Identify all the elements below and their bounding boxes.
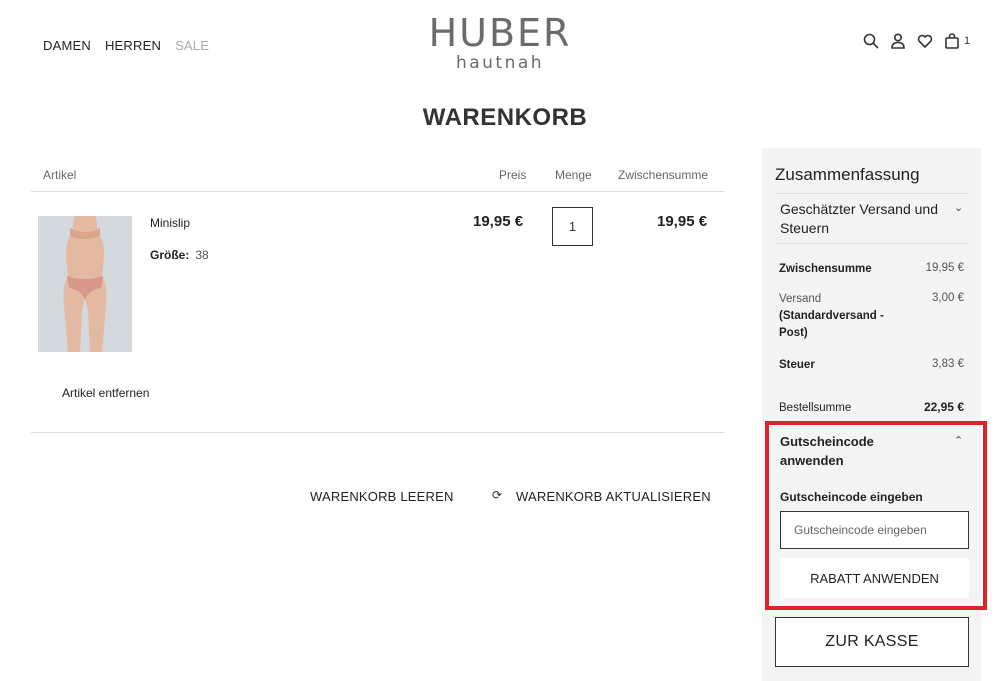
apply-discount-button[interactable]: RABATT ANWENDEN — [780, 558, 969, 598]
clear-cart-button[interactable]: WARENKORB LEEREN — [310, 489, 454, 504]
quantity-input[interactable]: 1 — [552, 207, 593, 246]
remove-item-link[interactable]: Artikel entfernen — [62, 386, 149, 400]
search-icon[interactable] — [862, 32, 880, 50]
cart-count-badge: 1 — [964, 35, 971, 47]
bag-icon[interactable] — [943, 32, 961, 50]
nav-item-sale[interactable]: SALE — [175, 38, 209, 53]
heart-icon[interactable] — [916, 32, 934, 50]
nav-item-herren[interactable]: HERREN — [105, 38, 161, 53]
item-subtotal: 19,95 € — [657, 213, 708, 230]
logo-main-text: HUBER — [428, 11, 572, 55]
order-total-value: 22,95 € — [923, 400, 964, 414]
shipping-method: (Standardversand - Post) — [779, 310, 884, 339]
brand-logo[interactable]: HUBER hautnah — [429, 12, 572, 72]
shipping-label-text: Versand — [779, 293, 822, 305]
table-bottom-divider — [31, 432, 724, 433]
column-header-price: Preis — [499, 168, 527, 182]
column-header-subtotal: Zwischensumme — [618, 168, 709, 182]
nav-item-damen[interactable]: DAMEN — [43, 38, 91, 53]
coupon-toggle[interactable]: Gutscheincode anwenden — [780, 432, 930, 470]
chevron-up-icon: ⌃ — [954, 435, 964, 447]
page-title: WARENKORB — [422, 104, 588, 131]
subtotal-value: 19,95 € — [925, 262, 964, 274]
column-header-item: Artikel — [43, 168, 77, 182]
refresh-icon: ⟳ — [492, 488, 503, 502]
size-label: Größe: — [150, 248, 190, 262]
column-header-qty: Menge — [555, 168, 592, 182]
shipping-value: 3,00 € — [932, 292, 964, 304]
user-icon[interactable] — [889, 32, 907, 50]
size-value: 38 — [195, 248, 209, 262]
chevron-down-icon: ⌄ — [954, 202, 964, 214]
tax-value: 3,83 € — [932, 358, 964, 370]
checkout-button[interactable]: ZUR KASSE — [775, 617, 969, 667]
shipping-label: Versand (Standardversand - Post) — [779, 291, 899, 342]
coupon-field-label: Gutscheincode eingeben — [780, 490, 923, 504]
item-price: 19,95 € — [473, 213, 524, 230]
product-size: Größe: 38 — [150, 248, 209, 262]
order-total-label: Bestellsumme — [779, 402, 852, 414]
summary-divider-2 — [775, 243, 968, 244]
summary-title: Zusammenfassung — [775, 165, 920, 184]
header-icons: 1 — [862, 32, 970, 50]
coupon-code-input[interactable] — [780, 511, 969, 549]
table-header-divider — [31, 191, 724, 192]
logo-sub-text: hautnah — [455, 53, 545, 73]
subtotal-label: Zwischensumme — [779, 263, 872, 275]
summary-divider — [775, 193, 968, 194]
main-nav: DAMEN HERREN SALE — [43, 38, 223, 53]
product-name[interactable]: Minislip — [150, 216, 190, 230]
tax-label: Steuer — [779, 359, 815, 371]
update-cart-button[interactable]: WARENKORB AKTUALISIEREN — [516, 489, 711, 504]
shipping-estimate-toggle[interactable]: Geschätzter Versand und Steuern — [780, 200, 966, 238]
product-image[interactable] — [38, 216, 132, 352]
